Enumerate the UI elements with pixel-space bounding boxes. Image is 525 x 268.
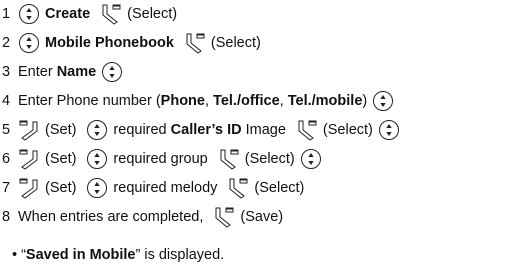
field-label: Caller’s ID bbox=[170, 122, 242, 138]
step-6: 6 (Set) required group (Select) bbox=[2, 147, 322, 171]
field-label-mobile: Tel./mobile bbox=[287, 93, 363, 109]
field-label-phone: Phone bbox=[160, 93, 205, 109]
action-text: (Select) bbox=[322, 122, 373, 138]
step-text: Enter bbox=[18, 64, 57, 80]
step-5: 5 (Set) required Caller’s ID Image (Sele… bbox=[2, 118, 400, 142]
navigation-key-icon bbox=[86, 177, 108, 199]
step-text: required melody bbox=[113, 180, 218, 196]
separator: , bbox=[204, 93, 214, 109]
navigation-key-icon bbox=[18, 3, 40, 25]
step-number: 2 bbox=[2, 35, 11, 51]
menu-option-label: Mobile Phonebook bbox=[45, 35, 174, 51]
navigation-key-icon bbox=[378, 119, 400, 141]
step-3: 3 Enter Name bbox=[2, 60, 123, 84]
action-text: (Set) bbox=[45, 180, 77, 196]
action-text: (Set) bbox=[45, 122, 77, 138]
right-softkey-icon bbox=[184, 32, 206, 54]
right-softkey-icon bbox=[296, 119, 318, 141]
action-text: (Select) bbox=[254, 180, 305, 196]
step-text-end: Image bbox=[241, 122, 286, 138]
action-text: (Select) bbox=[244, 151, 295, 167]
action-text: (Save) bbox=[240, 209, 284, 225]
navigation-key-icon bbox=[18, 32, 40, 54]
step-text: Enter Phone number ( bbox=[18, 93, 161, 109]
step-number: 5 bbox=[2, 122, 11, 138]
step-1: 1 Create (Select) bbox=[2, 2, 177, 26]
right-softkey-icon bbox=[227, 177, 249, 199]
step-number: 7 bbox=[2, 180, 11, 196]
step-number: 4 bbox=[2, 93, 11, 109]
result-note: • “ Saved in Mobile ” is displayed. bbox=[12, 244, 224, 266]
step-number: 8 bbox=[2, 209, 11, 225]
action-text: (Select) bbox=[127, 6, 178, 22]
note-text: ” is displayed. bbox=[135, 247, 225, 263]
menu-option-label: Create bbox=[45, 6, 91, 22]
step-number: 1 bbox=[2, 6, 11, 22]
action-text: (Set) bbox=[45, 151, 77, 167]
step-text: When entries are completed, bbox=[18, 209, 204, 225]
navigation-key-icon bbox=[101, 61, 123, 83]
step-7: 7 (Set) required melody (Select) bbox=[2, 176, 304, 200]
navigation-key-icon bbox=[300, 148, 322, 170]
left-softkey-icon bbox=[18, 119, 40, 141]
action-text: (Select) bbox=[210, 35, 261, 51]
step-8: 8 When entries are completed, (Save) bbox=[2, 205, 283, 229]
field-label-office: Tel./office bbox=[213, 93, 280, 109]
step-text: required group bbox=[113, 151, 208, 167]
right-softkey-icon bbox=[213, 206, 235, 228]
right-softkey-icon bbox=[100, 3, 122, 25]
left-softkey-icon bbox=[18, 177, 40, 199]
separator: , bbox=[279, 93, 288, 109]
status-message: Saved in Mobile bbox=[25, 247, 136, 263]
field-label: Name bbox=[56, 64, 97, 80]
step-text: required bbox=[113, 122, 171, 138]
step-2: 2 Mobile Phonebook (Select) bbox=[2, 31, 261, 55]
navigation-key-icon bbox=[372, 90, 394, 112]
step-4: 4 Enter Phone number ( Phone , Tel./offi… bbox=[2, 89, 394, 113]
step-text-end: ) bbox=[362, 93, 368, 109]
navigation-key-icon bbox=[86, 119, 108, 141]
left-softkey-icon bbox=[18, 148, 40, 170]
navigation-key-icon bbox=[86, 148, 108, 170]
bullet-mark: • bbox=[12, 247, 18, 263]
right-softkey-icon bbox=[218, 148, 240, 170]
instruction-page: 1 Create (Select) 2 Mobile Phonebook (Se… bbox=[0, 0, 525, 268]
step-number: 3 bbox=[2, 64, 11, 80]
step-number: 6 bbox=[2, 151, 11, 167]
